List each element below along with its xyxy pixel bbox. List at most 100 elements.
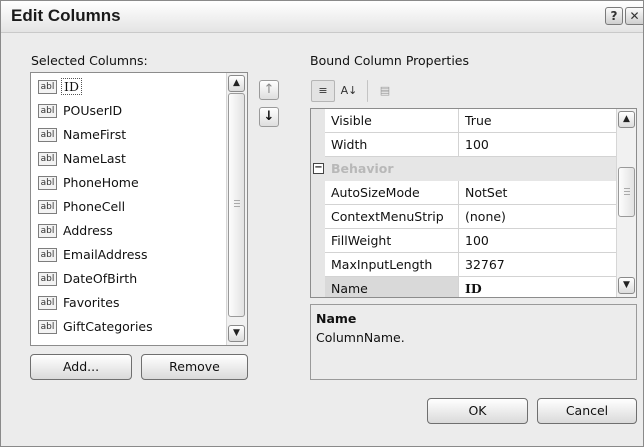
property-row[interactable]: AutoSizeMode NotSet (311, 181, 618, 205)
description-text: ColumnName. (316, 330, 405, 345)
list-item-label: POUserID (63, 103, 123, 118)
cancel-button-label: Cancel (565, 403, 609, 418)
row-gutter (311, 277, 325, 297)
list-item-label: PhoneHome (63, 175, 139, 190)
list-item-label: PhoneCell (63, 199, 126, 214)
category-label: Behavior (331, 161, 394, 176)
textbox-column-icon: abl (38, 224, 57, 238)
property-value[interactable]: 100 (459, 229, 618, 253)
textbox-column-icon: abl (38, 272, 57, 286)
textbox-column-icon: abl (38, 200, 57, 214)
category-behavior[interactable]: − Behavior (311, 157, 618, 181)
list-item-label: NameLast (63, 151, 126, 166)
list-item[interactable]: abl ID (35, 76, 217, 100)
selected-columns-label: Selected Columns: (31, 53, 148, 68)
list-item[interactable]: abl GiftCategories (35, 316, 217, 340)
chevron-down-icon: ▼ (233, 328, 240, 338)
textbox-column-icon: abl (38, 152, 57, 166)
list-item[interactable]: abl POUserID (35, 100, 217, 124)
list-item[interactable]: abl Address (35, 220, 217, 244)
move-up-button[interactable]: ↑ (259, 80, 279, 100)
property-row[interactable]: ContextMenuStrip (none) (311, 205, 618, 229)
alphabetical-button[interactable]: A↓ (337, 80, 361, 102)
list-item[interactable]: abl Favorites (35, 292, 217, 316)
property-name: Visible (325, 109, 459, 133)
arrow-up-icon: ↑ (263, 82, 275, 97)
property-row[interactable]: MaxInputLength 32767 (311, 253, 618, 277)
list-item[interactable]: abl PhoneHome (35, 172, 217, 196)
property-grid[interactable]: Visible True Width 100 − Behavior AutoSi… (310, 108, 637, 298)
toolbar-separator (367, 80, 368, 102)
list-item-label: DateOfBirth (63, 271, 138, 286)
row-gutter (311, 133, 325, 157)
property-row-selected[interactable]: Name ID (311, 277, 618, 297)
row-gutter (311, 253, 325, 277)
scroll-thumb[interactable] (228, 93, 245, 317)
help-icon: ? (610, 9, 618, 23)
remove-button[interactable]: Remove (141, 354, 248, 380)
grip-line (624, 191, 630, 192)
textbox-column-icon: abl (38, 248, 57, 262)
list-item-label: EmailAddress (63, 247, 148, 262)
property-value[interactable]: ID (459, 277, 618, 297)
property-value[interactable]: True (459, 109, 618, 133)
categorized-icon: ≡ (318, 84, 328, 97)
description-title: Name (316, 311, 357, 326)
list-scrollbar[interactable]: ▲ ▼ (226, 73, 247, 345)
scroll-up-button[interactable]: ▲ (618, 111, 635, 128)
cancel-button[interactable]: Cancel (537, 398, 637, 424)
add-button-label: Add... (62, 359, 100, 374)
textbox-column-icon: abl (38, 128, 57, 142)
collapse-icon[interactable]: − (313, 163, 324, 174)
list-item-label: NameFirst (63, 127, 127, 142)
list-item[interactable]: abl PhoneCell (35, 196, 217, 220)
close-button[interactable]: ✕ (625, 7, 643, 25)
property-row[interactable]: FillWeight 100 (311, 229, 618, 253)
property-grid-scrollbar[interactable]: ▲ ▼ (616, 109, 636, 297)
grip-line (234, 200, 240, 201)
property-value[interactable]: (none) (459, 205, 618, 229)
list-item-label: Favorites (63, 295, 120, 310)
grip-line (234, 203, 240, 204)
selected-columns-list[interactable]: abl ID abl POUserID abl NameFirst abl Na… (30, 72, 248, 346)
bound-column-properties-label: Bound Column Properties (310, 53, 469, 68)
ok-button[interactable]: OK (427, 398, 528, 424)
property-value[interactable]: 32767 (459, 253, 618, 277)
property-value[interactable]: NotSet (459, 181, 618, 205)
row-gutter (311, 229, 325, 253)
list-item[interactable]: abl DateOfBirth (35, 268, 217, 292)
property-name: MaxInputLength (325, 253, 459, 277)
list-item[interactable]: abl EmailAddress (35, 244, 217, 268)
textbox-column-icon: abl (38, 296, 57, 310)
chevron-up-icon: ▲ (623, 114, 630, 124)
help-button[interactable]: ? (605, 7, 623, 25)
list-item[interactable]: abl NameFirst (35, 124, 217, 148)
property-name: AutoSizeMode (325, 181, 459, 205)
list-item-label: Address (63, 223, 113, 238)
scroll-up-button[interactable]: ▲ (228, 75, 245, 92)
property-row[interactable]: Width 100 (311, 133, 618, 157)
property-pages-button[interactable]: ▤ (373, 80, 397, 102)
property-description-panel: Name ColumnName. (310, 304, 637, 380)
property-value[interactable]: 100 (459, 133, 618, 157)
list-item-label: ID (61, 78, 82, 95)
list-item[interactable]: abl NameLast (35, 148, 217, 172)
textbox-column-icon: abl (38, 320, 57, 334)
textbox-column-icon: abl (38, 104, 57, 118)
scroll-thumb[interactable] (618, 167, 635, 217)
row-gutter (311, 205, 325, 229)
ok-button-label: OK (468, 403, 487, 418)
categorized-button[interactable]: ≡ (311, 80, 335, 102)
grip-line (624, 188, 630, 189)
dialog-title: Edit Columns (11, 6, 121, 25)
remove-button-label: Remove (169, 359, 220, 374)
add-button[interactable]: Add... (30, 354, 132, 380)
title-bar: Edit Columns ? ✕ (1, 1, 643, 33)
property-row[interactable]: Visible True (311, 109, 618, 133)
move-down-button[interactable]: ↓ (259, 107, 279, 127)
row-gutter (311, 109, 325, 133)
list-item-label: GiftCategories (63, 319, 153, 334)
scroll-down-button[interactable]: ▼ (228, 325, 245, 342)
scroll-down-button[interactable]: ▼ (618, 277, 635, 294)
sort-alphabetical-icon: A↓ (340, 84, 358, 97)
